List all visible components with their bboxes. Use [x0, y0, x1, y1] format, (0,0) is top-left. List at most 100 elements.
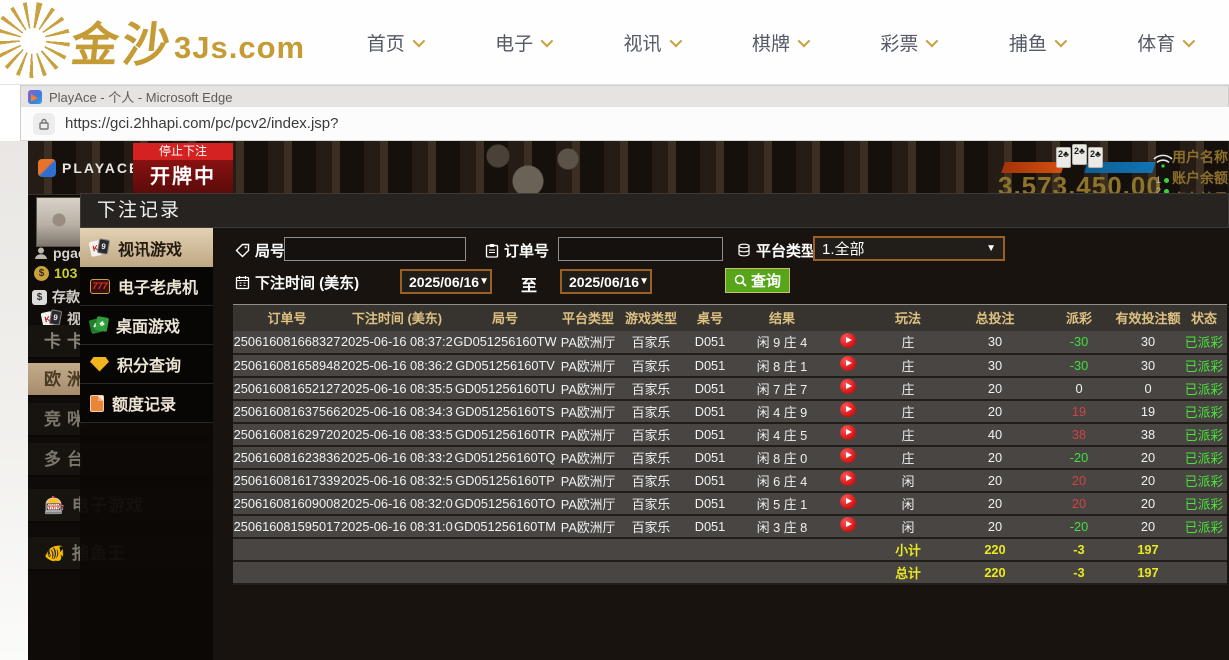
subtotal-total-bet: 220: [947, 538, 1043, 561]
avatar: [36, 197, 81, 247]
caret-down-icon: ▼: [639, 276, 649, 287]
bet-records-table: 订单号 下注时间 (美东) 局号 平台类型 游戏类型 桌号 结果 玩法 总投注: [233, 304, 1227, 585]
platform-type-select[interactable]: 1.全部 ▼: [813, 236, 1005, 261]
sidebar-item-live-games[interactable]: K9 视讯游戏: [80, 228, 213, 267]
slot-777-icon: 777: [90, 279, 110, 294]
bet-time-label: 下注时间 (美东): [235, 272, 359, 293]
nav-item-slots[interactable]: 电子: [458, 0, 586, 84]
card: 2♣: [1088, 147, 1103, 168]
nav-item-lottery[interactable]: 彩票: [844, 0, 972, 84]
replay-button[interactable]: [840, 494, 856, 509]
search-button[interactable]: 查询: [725, 268, 790, 293]
cell-platform: PA欧洲厅: [557, 469, 619, 492]
username-row: pgae: [34, 245, 86, 261]
bet-table-body: 250616081668327 2025-06-16 08:37:20 GD05…: [233, 331, 1227, 538]
subtotal-valid-bet: 197: [1115, 538, 1181, 561]
col-game-type: 游戏类型: [619, 305, 683, 331]
cell-bet-time: 2025-06-16 08:31:04: [341, 515, 453, 538]
replay-button[interactable]: [840, 379, 856, 394]
url-text[interactable]: https://gci.2hhapi.com/pc/pcv2/index.jsp…: [65, 115, 339, 132]
cell-total-bet: 20: [947, 400, 1043, 423]
cell-order-id: 250616081658948: [233, 354, 341, 377]
nav-item-fishing[interactable]: 捕鱼: [972, 0, 1100, 84]
nav-item-cards[interactable]: 棋牌: [715, 0, 843, 84]
cell-bet-time: 2025-06-16 08:34:38: [341, 400, 453, 423]
nav-item-home[interactable]: 首页: [330, 0, 458, 84]
round-number-input[interactable]: [284, 237, 466, 261]
grand-total-payout: -3: [1043, 561, 1115, 584]
cell-table-no: D051: [683, 331, 737, 354]
grand-total-label: 总计: [869, 561, 947, 584]
site-header: 金沙 3Js.com 首页 电子 视讯 棋牌 彩票 捕鱼 体育: [0, 0, 1229, 85]
site-nav: 首页 电子 视讯 棋牌 彩票 捕鱼 体育: [330, 0, 1229, 84]
cell-table-no: D051: [683, 492, 737, 515]
site-logo: 金沙 3Js.com: [0, 2, 305, 78]
cell-platform: PA欧洲厅: [557, 423, 619, 446]
sun-logo-icon: [0, 2, 70, 78]
cell-game-type: 百家乐: [619, 354, 683, 377]
sidebar-item-points-query[interactable]: 积分查询: [80, 345, 213, 384]
replay-button[interactable]: [840, 471, 856, 486]
nav-item-live[interactable]: 视讯: [587, 0, 715, 84]
sidebar-item-credit-records[interactable]: 额度记录: [80, 384, 213, 423]
cell-game-type: 百家乐: [619, 446, 683, 469]
col-payout: 派彩: [1043, 305, 1115, 331]
replay-button[interactable]: [840, 356, 856, 371]
chevron-down-icon: [926, 34, 939, 47]
cell-total-bet: 20: [947, 469, 1043, 492]
cell-result: 闲 4 庄 5: [737, 423, 827, 446]
browser-url-bar[interactable]: https://gci.2hhapi.com/pc/pcv2/index.jsp…: [20, 107, 1229, 141]
sidebar-item-table-games[interactable]: ♣♣ 桌面游戏: [80, 306, 213, 345]
cell-status: 已派彩: [1181, 377, 1227, 400]
magnifier-icon: [734, 274, 747, 287]
sidebar-item-slot-machines[interactable]: 777 电子老虎机: [80, 267, 213, 306]
deposit-button[interactable]: $ 存款: [32, 287, 80, 307]
cell-table-no: D051: [683, 446, 737, 469]
modal-content: 局号 订单号 平台类型 1.全部 ▼: [213, 228, 1229, 660]
money-bag-icon: $: [34, 266, 49, 281]
col-order-id: 订单号: [233, 305, 341, 331]
chevron-down-icon: [541, 34, 554, 47]
cell-valid-bet: 20: [1115, 446, 1181, 469]
cell-payout: 0: [1043, 377, 1115, 400]
cell-game-type: 百家乐: [619, 423, 683, 446]
cell-order-id: 250616081652127: [233, 377, 341, 400]
cell-round: GD051256160TV: [453, 354, 557, 377]
cell-valid-bet: 20: [1115, 469, 1181, 492]
cell-result: 闲 3 庄 8: [737, 515, 827, 538]
cell-valid-bet: 20: [1115, 515, 1181, 538]
cell-play-type: 闲: [869, 469, 947, 492]
cell-order-id: 250616081668327: [233, 331, 341, 354]
playace-favicon-icon: [28, 90, 42, 104]
col-replay: [827, 305, 869, 331]
col-round: 局号: [453, 305, 557, 331]
replay-button[interactable]: [840, 425, 856, 440]
cell-total-bet: 30: [947, 331, 1043, 354]
replay-button[interactable]: [840, 517, 856, 532]
date-from-select[interactable]: 2025/06/16 ▼: [400, 269, 492, 294]
cell-bet-time: 2025-06-16 08:33:29: [341, 446, 453, 469]
cell-platform: PA欧洲厅: [557, 446, 619, 469]
replay-button[interactable]: [840, 402, 856, 417]
cell-platform: PA欧洲厅: [557, 492, 619, 515]
cell-play-type: 闲: [869, 515, 947, 538]
cell-payout: -30: [1043, 354, 1115, 377]
card: 2♣: [1072, 144, 1087, 165]
table-header: 订单号 下注时间 (美东) 局号 平台类型 游戏类型 桌号 结果 玩法 总投注: [233, 305, 1227, 331]
cell-status: 已派彩: [1181, 400, 1227, 423]
cell-game-type: 百家乐: [619, 377, 683, 400]
green-dot-icon: [1164, 178, 1169, 183]
table-row: 250616081595017 2025-06-16 08:31:04 GD05…: [233, 515, 1227, 538]
diamond-icon: [90, 357, 109, 372]
cell-round: GD051256160TM: [453, 515, 557, 538]
cell-bet-time: 2025-06-16 08:35:52: [341, 377, 453, 400]
replay-button[interactable]: [840, 333, 856, 348]
cell-valid-bet: 0: [1115, 377, 1181, 400]
nav-item-sports[interactable]: 体育: [1101, 0, 1229, 84]
playace-logo-text: PLAYACE: [62, 160, 140, 176]
order-number-input[interactable]: [558, 237, 723, 261]
replay-button[interactable]: [840, 448, 856, 463]
cell-valid-bet: 30: [1115, 331, 1181, 354]
date-to-select[interactable]: 2025/06/16 ▼: [560, 269, 652, 294]
cell-replay: [827, 400, 869, 423]
